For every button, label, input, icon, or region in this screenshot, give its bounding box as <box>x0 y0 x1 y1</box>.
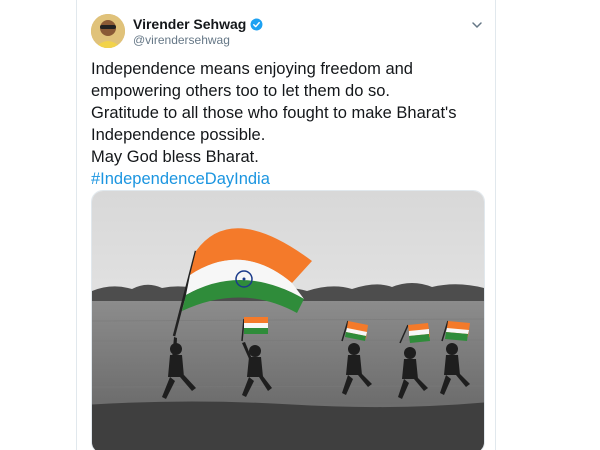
tweet-header: Virender Sehwag @virendersehwag <box>77 10 495 50</box>
user-handle[interactable]: @virendersehwag <box>133 33 230 47</box>
display-name[interactable]: Virender Sehwag <box>133 16 246 32</box>
name-row: Virender Sehwag <box>133 16 263 32</box>
tweet-image[interactable] <box>91 190 485 450</box>
tweet-text-line: May God bless Bharat. <box>91 148 259 166</box>
verified-badge-icon <box>250 18 263 31</box>
chevron-down-icon[interactable] <box>471 18 483 30</box>
tweet-card: Virender Sehwag @virendersehwag Independ… <box>76 0 496 450</box>
avatar[interactable] <box>91 14 125 48</box>
hashtag-link[interactable]: #IndependenceDayIndia <box>91 168 486 190</box>
tweet-text-line: Independence means enjoying freedom and <box>91 60 413 78</box>
tweet-text-line: empowering others too to let them do so. <box>91 82 390 100</box>
tweet-text: Independence means enjoying freedom and … <box>91 58 486 190</box>
tweet-text-line: Gratitude to all those who fought to mak… <box>91 104 457 122</box>
tweet-text-line: Independence possible. <box>91 126 266 144</box>
page: Virender Sehwag @virendersehwag Independ… <box>0 0 600 450</box>
